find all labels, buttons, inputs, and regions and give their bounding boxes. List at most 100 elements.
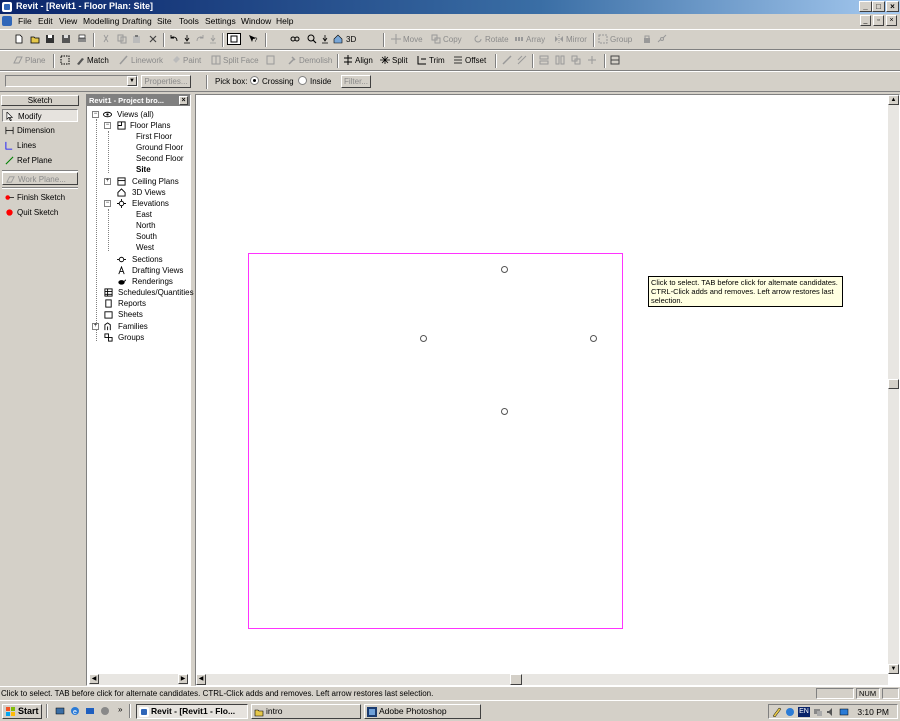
cut-icon[interactable] [101,34,111,44]
zoom-dropdown-icon[interactable] [320,34,330,44]
menu-site[interactable]: Site [157,16,172,26]
offset-button[interactable]: Offset [453,54,486,67]
crossing-radio[interactable]: Crossing [250,75,294,88]
task-revit[interactable]: Revit - [Revit1 - Flo... [136,704,248,719]
undo-list-icon[interactable] [182,34,192,44]
menu-edit[interactable]: Edit [38,16,53,26]
copy-button[interactable]: Copy [431,33,462,46]
tree-3d-views[interactable]: 3D Views [132,188,166,198]
save-icon[interactable] [45,34,55,44]
tree-renderings[interactable]: Renderings [132,277,173,287]
menu-settings[interactable]: Settings [205,16,236,26]
internet-explorer-icon[interactable]: e [70,706,80,716]
monitor-tray-icon[interactable] [839,707,849,717]
tree-reports[interactable]: Reports [118,299,146,309]
tree-south[interactable]: South [136,232,157,242]
menu-file[interactable]: File [18,16,32,26]
pen-tool-tray-icon[interactable] [772,707,782,717]
3d-view-house-icon[interactable] [333,34,343,44]
tile-horizontal-icon[interactable] [539,55,549,65]
close-button[interactable]: × [886,1,899,12]
close-browser-icon[interactable]: × [179,96,188,105]
menu-drafting[interactable]: Drafting [122,16,152,26]
tree-first-floor[interactable]: First Floor [136,132,172,142]
outlook-icon[interactable] [85,706,95,716]
work-plane-button[interactable]: Work Plane... [2,172,78,185]
mdi-minimize-button[interactable]: _ [860,15,871,26]
sketch-dimension-button[interactable]: Dimension [2,124,78,137]
split-button[interactable]: Split [380,54,408,67]
cascade-windows-icon[interactable] [571,55,581,65]
expand-toggle[interactable]: − [92,111,99,118]
finish-sketch-button[interactable]: Finish Sketch [2,191,78,204]
filter-button[interactable]: Filter... [341,75,371,88]
workset-icon[interactable] [610,55,620,65]
task-photoshop[interactable]: Adobe Photoshop [364,704,481,719]
menu-modelling[interactable]: Modelling [83,16,119,26]
sketch-modify-button[interactable]: Modify [2,109,78,122]
save-as-icon[interactable] [61,34,71,44]
sketch-tab[interactable]: Sketch [1,95,79,106]
sketch-ref-plane-button[interactable]: Ref Plane [2,154,78,167]
tree-second-floor[interactable]: Second Floor [136,154,184,164]
rotate-button[interactable]: Rotate [473,33,509,46]
plane-button[interactable]: Plane [13,54,45,67]
volume-tray-icon[interactable] [826,707,836,717]
undo-icon[interactable] [169,34,179,44]
ungroup-link-icon[interactable] [657,34,667,44]
tree-north[interactable]: North [136,221,156,231]
minimize-button[interactable]: _ [859,1,872,12]
type-selector-dropdown-icon[interactable]: ▼ [127,76,137,86]
select-region-icon[interactable] [60,55,70,65]
tree-floor-plans[interactable]: Floor Plans [130,121,170,131]
sketch-lines-button[interactable]: Lines [2,139,78,152]
quit-sketch-button[interactable]: Quit Sketch [2,206,78,219]
menu-help[interactable]: Help [276,16,293,26]
tree-west[interactable]: West [136,243,154,253]
new-icon[interactable] [14,34,24,44]
east-elevation-marker[interactable] [590,335,597,342]
split-face-button[interactable]: Split Face [211,54,259,67]
vertical-scroll-thumb[interactable] [888,379,899,389]
revit-app-icon[interactable] [2,2,12,12]
match-button[interactable]: Match [75,54,109,67]
trim-button[interactable]: Trim [417,54,445,67]
task-intro[interactable]: intro [251,704,361,719]
type-selector[interactable]: ▼ [5,75,138,87]
draw-wall-icon[interactable] [502,55,512,65]
show-desktop-icon[interactable] [55,706,65,716]
globe-tray-icon[interactable] [785,707,795,717]
properties-button[interactable]: Properties... [141,75,191,88]
maximize-button[interactable]: □ [872,1,885,12]
paint-button[interactable]: Paint [171,54,201,67]
copy-clipboard-icon[interactable] [117,34,127,44]
network-tray-icon[interactable] [813,707,823,717]
align-button[interactable]: Align [343,54,373,67]
scroll-up-icon[interactable]: ▲ [888,95,899,105]
browser-horizontal-scrollbar[interactable]: ◀ ▶ [89,674,188,685]
tree-sheets[interactable]: Sheets [118,310,143,320]
linework-button[interactable]: Linework [119,54,163,67]
start-button[interactable]: Start [2,704,42,719]
cut-geometry-icon[interactable] [266,55,276,65]
expand-toggle[interactable]: − [104,200,111,207]
tree-drafting-views[interactable]: Drafting Views [132,266,183,276]
tree-schedules[interactable]: Schedules/Quantities [118,288,194,298]
thin-lines-icon[interactable] [227,33,241,45]
mdi-close-button[interactable]: × [886,15,897,26]
open-icon[interactable] [30,34,40,44]
menu-tools[interactable]: Tools [179,16,199,26]
scroll-left-icon[interactable]: ◀ [89,674,99,684]
site-boundary[interactable] [248,253,623,629]
menu-window[interactable]: Window [241,16,271,26]
mirror-button[interactable]: Mirror [554,33,587,46]
tree-views-all[interactable]: Views (all) [117,110,154,120]
scroll-down-icon[interactable]: ▼ [888,664,899,674]
tree-site[interactable]: Site [136,165,151,175]
drawing-area[interactable]: Click to select. TAB before click for al… [195,94,900,686]
lock-icon[interactable] [642,34,652,44]
tree-ground-floor[interactable]: Ground Floor [136,143,183,153]
arrange-icon[interactable] [587,55,597,65]
expand-toggle[interactable]: + [104,178,111,185]
demolish-button[interactable]: Demolish [287,54,332,67]
